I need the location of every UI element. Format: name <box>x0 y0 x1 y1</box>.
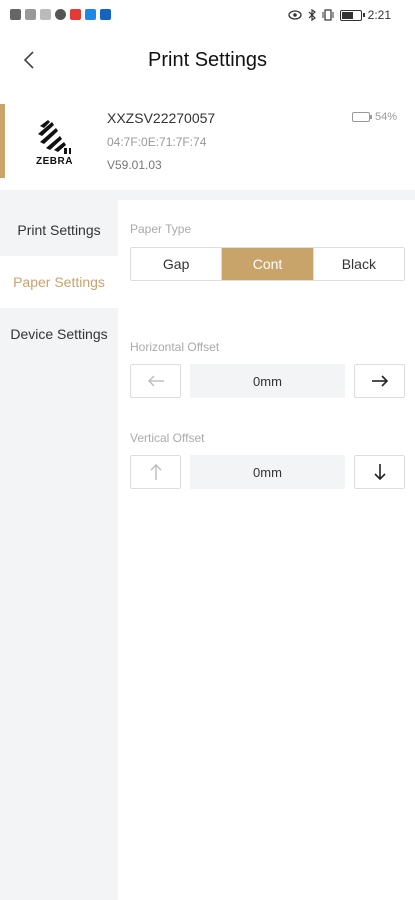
header: Print Settings <box>0 36 415 84</box>
shield-icon <box>55 9 66 20</box>
sidebar-item-label: Print Settings <box>17 222 101 238</box>
paper-type-gap-button[interactable]: Gap <box>131 248 222 280</box>
paper-type-selector: Gap Cont Black <box>130 247 405 281</box>
sidebar: Print Settings Paper Settings Device Set… <box>0 200 118 900</box>
brand-logo-text: ZEBRA <box>36 156 73 167</box>
paper-settings-panel: Paper Type Gap Cont Black Horizontal Off… <box>118 200 415 900</box>
eye-icon <box>287 10 302 20</box>
vertical-offset-label: Vertical Offset <box>130 431 205 445</box>
sidebar-item-label: Paper Settings <box>13 274 105 290</box>
horizontal-offset-value[interactable]: 0mm <box>190 364 345 398</box>
sidebar-item-label: Device Settings <box>10 326 108 342</box>
device-battery-level: 54% <box>374 111 397 123</box>
horizontal-increase-button[interactable] <box>354 364 405 398</box>
status-bar: 2:21 <box>0 0 415 32</box>
arrow-down-icon <box>373 464 386 481</box>
vertical-increase-button[interactable] <box>354 455 405 489</box>
battery-icon <box>351 112 372 122</box>
paper-type-black-button[interactable]: Black <box>312 248 404 280</box>
vertical-decrease-button[interactable] <box>130 455 181 489</box>
horizontal-decrease-button[interactable] <box>130 364 181 398</box>
device-card[interactable]: ZEBRA XXZSV22270057 04:7F:0E:71:7F:74 V5… <box>0 104 415 186</box>
vibrate-icon <box>322 9 334 21</box>
device-version: V59.01.03 <box>107 158 162 172</box>
status-icons-left <box>10 9 111 20</box>
sidebar-item-paper-settings[interactable]: Paper Settings <box>0 256 118 308</box>
paper-type-cont-button[interactable]: Cont <box>221 248 313 280</box>
horizontal-offset-label: Horizontal Offset <box>130 340 220 354</box>
device-name: XXZSV22270057 <box>107 110 216 126</box>
app-icon <box>40 9 51 20</box>
vertical-offset-value[interactable]: 0mm <box>190 455 345 489</box>
vertical-offset-stepper: 0mm <box>130 455 405 489</box>
device-battery: 54% <box>351 111 397 123</box>
sidebar-item-device-settings[interactable]: Device Settings <box>0 308 118 360</box>
arrow-right-icon <box>371 375 388 387</box>
bluetooth-icon <box>308 9 316 21</box>
sidebar-item-print-settings[interactable]: Print Settings <box>0 204 118 256</box>
store-icon <box>100 9 111 20</box>
signal-icon <box>10 9 21 20</box>
horizontal-offset-stepper: 0mm <box>130 364 405 398</box>
device-mac: 04:7F:0E:71:7F:74 <box>107 135 207 149</box>
app-red-icon <box>70 9 81 20</box>
arrow-up-icon <box>150 464 161 480</box>
paper-type-label: Paper Type <box>130 222 192 236</box>
search-icon <box>85 9 96 20</box>
device-accent-bar <box>0 104 5 178</box>
status-icons-right: 2:21 <box>287 8 391 22</box>
battery-icon <box>339 9 365 21</box>
arrow-left-icon <box>147 375 164 387</box>
wifi-icon <box>25 9 36 20</box>
section-divider <box>0 190 415 200</box>
zebra-logo-icon <box>38 120 71 154</box>
status-time: 2:21 <box>367 8 391 22</box>
page-title: Print Settings <box>148 49 267 71</box>
